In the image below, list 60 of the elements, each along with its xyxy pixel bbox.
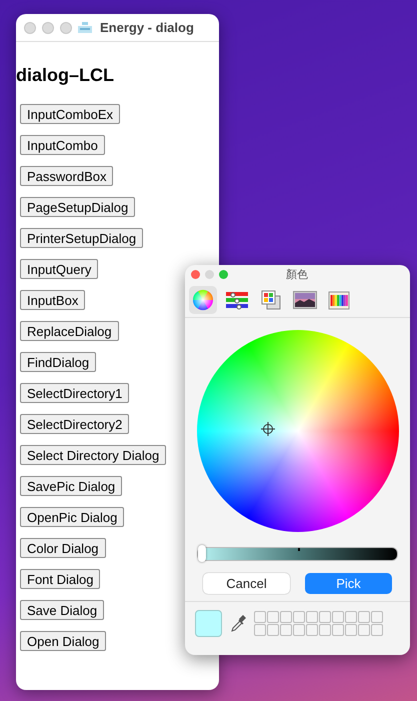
dialog-button[interactable]: PageSetupDialog: [20, 197, 136, 217]
dialog-button[interactable]: ReplaceDialog: [20, 321, 119, 341]
dialog-button[interactable]: SavePic Dialog: [20, 476, 122, 496]
palettes-icon: [260, 289, 282, 311]
pencils-icon: [328, 289, 350, 311]
minimize-button[interactable]: [42, 22, 54, 34]
cancel-button[interactable]: Cancel: [203, 573, 290, 594]
dialog-button[interactable]: InputQuery: [20, 259, 98, 279]
dialog-button[interactable]: PrinterSetupDialog: [20, 228, 144, 248]
color-slot[interactable]: [254, 624, 266, 636]
dialog-button[interactable]: FindDialog: [20, 352, 96, 372]
page-heading: dialog–LCL: [16, 65, 114, 86]
color-slot[interactable]: [254, 611, 266, 623]
sliders-icon: [225, 290, 249, 310]
zoom-button[interactable]: [60, 22, 72, 34]
color-slot[interactable]: [345, 611, 357, 623]
image-icon: [293, 291, 317, 309]
panel-title: 顏色: [286, 268, 308, 282]
dialog-button[interactable]: PasswordBox: [20, 166, 114, 186]
dialog-button[interactable]: OpenPic Dialog: [20, 507, 124, 527]
color-slot[interactable]: [358, 624, 370, 636]
dialog-button[interactable]: Color Dialog: [20, 538, 106, 558]
color-wheel-icon: [192, 289, 214, 311]
color-slot[interactable]: [319, 624, 331, 636]
color-slot[interactable]: [280, 624, 292, 636]
minimize-button[interactable]: [205, 270, 214, 278]
slider-thumb[interactable]: [198, 545, 206, 562]
current-color-swatch: [195, 610, 222, 637]
color-slot[interactable]: [371, 624, 383, 636]
dialog-button[interactable]: Save Dialog: [20, 600, 104, 620]
color-slot[interactable]: [267, 624, 279, 636]
color-slot[interactable]: [345, 624, 357, 636]
crosshair-icon: [260, 422, 274, 436]
color-slot[interactable]: [332, 611, 344, 623]
close-button[interactable]: [191, 270, 200, 278]
dialog-button[interactable]: Select Directory Dialog: [20, 445, 166, 465]
color-slot[interactable]: [332, 624, 344, 636]
color-slot[interactable]: [319, 611, 331, 623]
zoom-button[interactable]: [219, 270, 228, 278]
dialog-button[interactable]: Font Dialog: [20, 569, 100, 589]
color-slot[interactable]: [293, 624, 305, 636]
dialog-button[interactable]: SelectDirectory1: [20, 383, 130, 403]
pick-button[interactable]: Pick: [305, 573, 392, 594]
brightness-slider[interactable]: [197, 547, 398, 561]
window-title: Energy - dialog: [100, 20, 194, 35]
dialog-button[interactable]: InputBox: [20, 290, 86, 310]
dialog-button[interactable]: Open Dialog: [20, 631, 106, 651]
color-slot[interactable]: [358, 611, 370, 623]
color-slot[interactable]: [306, 624, 318, 636]
color-slot[interactable]: [280, 611, 292, 623]
color-slot[interactable]: [293, 611, 305, 623]
eyedropper-icon[interactable]: [230, 614, 246, 632]
color-slot[interactable]: [371, 611, 383, 623]
dialog-button[interactable]: InputComboEx: [20, 104, 120, 124]
close-button[interactable]: [24, 22, 36, 34]
dialog-button[interactable]: InputCombo: [20, 135, 105, 155]
app-icon: [78, 22, 92, 33]
color-slot[interactable]: [306, 611, 318, 623]
color-slot[interactable]: [267, 611, 279, 623]
dialog-button[interactable]: SelectDirectory2: [20, 414, 130, 434]
